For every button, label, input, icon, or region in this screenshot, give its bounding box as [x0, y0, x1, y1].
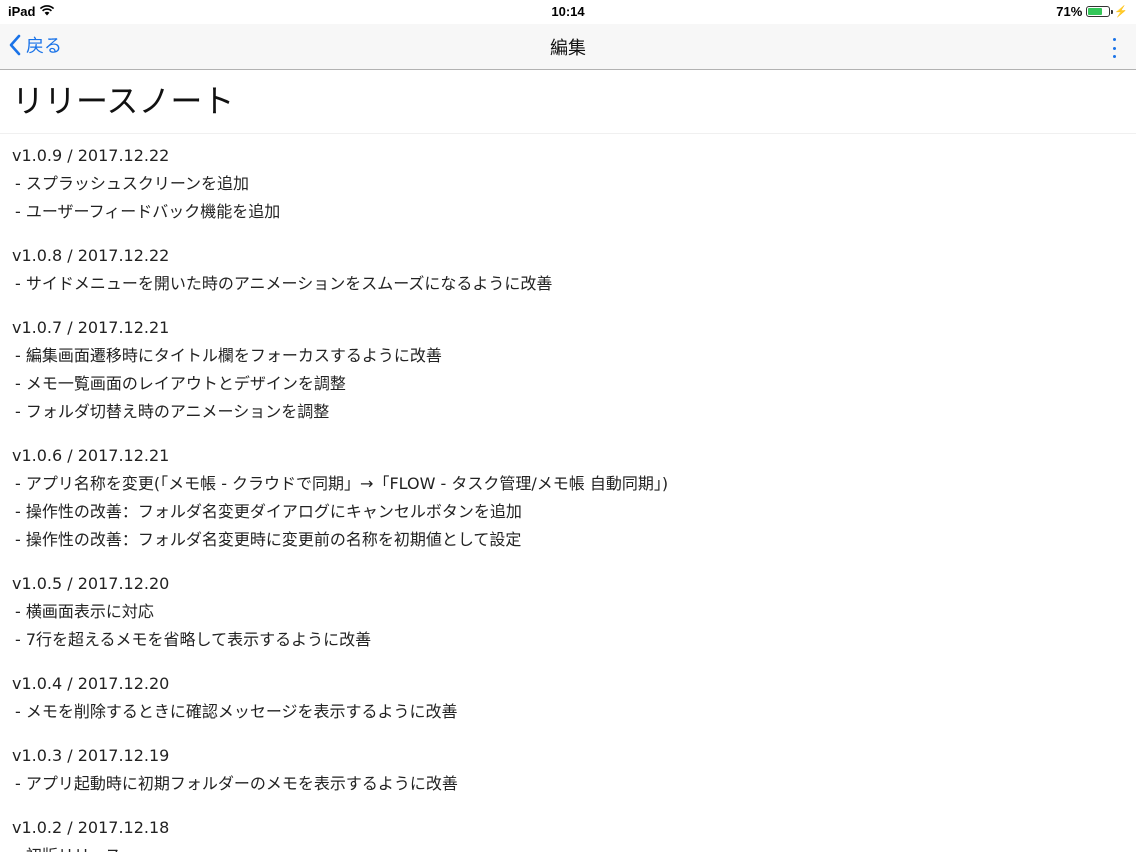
release-block: v1.0.3 / 2017.12.19 - アプリ起動時に初期フォルダーのメモを…: [12, 742, 1136, 798]
release-item: - 横画面表示に対応: [15, 602, 154, 621]
release-block: v1.0.5 / 2017.12.20 - 横画面表示に対応 - 7行を超えるメ…: [12, 570, 1136, 654]
release-item: - フォルダ切替え時のアニメーションを調整: [15, 402, 330, 421]
battery-percent: 71%: [1056, 4, 1083, 19]
release-version: v1.0.2 / 2017.12.18: [12, 818, 170, 837]
more-dot: [1112, 46, 1116, 50]
page-title: リリースノート: [12, 82, 235, 120]
release-item: - 編集画面遷移時にタイトル欄をフォーカスするように改善: [15, 346, 442, 365]
release-version: v1.0.9 / 2017.12.22: [12, 146, 170, 165]
more-vertical-icon[interactable]: [1110, 38, 1118, 58]
release-notes-list: v1.0.9 / 2017.12.22 - スプラッシュスクリーンを追加 - ユ…: [0, 134, 1136, 852]
more-dot: [1112, 38, 1116, 41]
release-item: - 操作性の改善：フォルダ名変更時に変更前の名称を初期値として設定: [15, 530, 522, 549]
release-item: - アプリ起動時に初期フォルダーのメモを表示するように改善: [15, 774, 458, 793]
release-block: v1.0.7 / 2017.12.21 - 編集画面遷移時にタイトル欄をフォーカ…: [12, 314, 1136, 426]
release-item: - 初版リリース: [12, 842, 1136, 852]
release-version: v1.0.4 / 2017.12.20: [12, 674, 170, 693]
nav-title: 編集: [550, 38, 586, 59]
release-version: v1.0.7 / 2017.12.21: [12, 318, 170, 337]
release-item: - ユーザーフィードバック機能を追加: [15, 202, 281, 221]
release-item: - メモを削除するときに確認メッセージを表示するように改善: [15, 702, 458, 721]
release-item: - メモ一覧画面のレイアウトとデザインを調整: [15, 374, 346, 393]
status-bar-right: 71% ⚡: [1056, 4, 1128, 19]
more-dot: [1112, 55, 1116, 58]
release-block: v1.0.2 / 2017.12.18 - 初版リリース: [12, 814, 1136, 852]
charging-bolt-icon: ⚡: [1114, 6, 1128, 18]
release-version: v1.0.5 / 2017.12.20: [12, 574, 170, 593]
battery-tip: [1111, 10, 1114, 14]
navigation-bar: 戻る 編集: [0, 24, 1136, 70]
release-block: v1.0.9 / 2017.12.22 - スプラッシュスクリーンを追加 - ユ…: [12, 142, 1136, 226]
release-block: v1.0.4 / 2017.12.20 - メモを削除するときに確認メッセージを…: [12, 670, 1136, 726]
release-version: v1.0.3 / 2017.12.19: [12, 746, 170, 765]
release-item: - サイドメニューを開いた時のアニメーションをスムーズになるように改善: [15, 274, 553, 293]
release-item: - 7行を超えるメモを省略して表示するように改善: [15, 630, 372, 649]
release-block: v1.0.6 / 2017.12.21 - アプリ名称を変更(「メモ帳 - クラ…: [12, 442, 1136, 554]
release-block: v1.0.8 / 2017.12.22 - サイドメニューを開いた時のアニメーシ…: [12, 242, 1136, 298]
release-item: - アプリ名称を変更(「メモ帳 - クラウドで同期」→「FLOW - タスク管理…: [15, 474, 669, 493]
release-item: - スプラッシュスクリーンを追加: [15, 174, 250, 193]
release-item: - 操作性の改善：フォルダ名変更ダイアログにキャンセルボタンを追加: [15, 502, 522, 521]
status-bar: iPad 10:14 71% ⚡: [0, 0, 1136, 24]
status-time: 10:14: [551, 4, 585, 19]
release-version: v1.0.8 / 2017.12.22: [12, 246, 170, 265]
release-notes-content[interactable]: リリースノート v1.0.9 / 2017.12.22 - スプラッシュスクリー…: [0, 71, 1136, 852]
release-version: v1.0.6 / 2017.12.21: [12, 446, 170, 465]
battery-fill: [1088, 8, 1103, 15]
battery-icon: [1086, 6, 1114, 17]
